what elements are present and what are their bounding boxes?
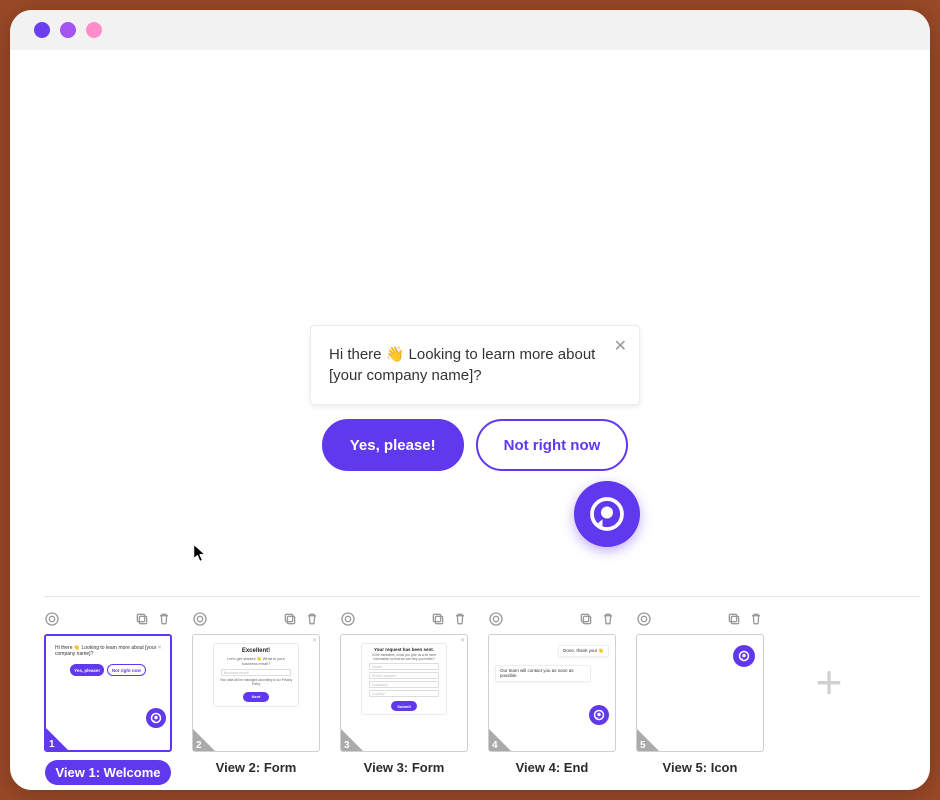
fab-wrap [310, 481, 640, 547]
thumb-close-icon: ✕ [157, 644, 162, 651]
thumb1-fab-icon [146, 708, 166, 728]
editor-canvas: ✕ Hi there 👋 Looking to learn more about… [20, 50, 920, 790]
add-view-column: + [784, 607, 874, 757]
target-icon[interactable] [636, 611, 652, 627]
thumb1-yes: Yes, please! [70, 664, 104, 676]
thumb4-reply: Our team will contact you as soon as pos… [495, 665, 591, 682]
thumb4-fab-icon [589, 705, 609, 725]
thumb-close-icon: ✕ [460, 637, 465, 644]
duplicate-icon[interactable] [282, 611, 298, 627]
views-strip: ✕ Hi there 👋 Looking to learn more about… [44, 596, 920, 785]
thumb3-field-3: Country* [369, 690, 439, 697]
chat-button-row: Yes, please! Not right now [310, 419, 640, 471]
chat-bubble-icon [589, 496, 625, 532]
thumb3-number: 3 [344, 740, 350, 751]
duplicate-icon[interactable] [430, 611, 446, 627]
not-right-now-button[interactable]: Not right now [476, 419, 629, 471]
close-icon[interactable]: ✕ [614, 336, 627, 358]
trash-icon[interactable] [452, 611, 468, 627]
thumb1-label: View 1: Welcome [45, 760, 170, 785]
thumb-close-icon: ✕ [312, 637, 317, 644]
thumb2-subtitle: Let's get started 👋 What is your busines… [219, 657, 293, 666]
mouse-cursor-icon [193, 544, 207, 567]
thumb3-submit-button: Submit [391, 701, 417, 711]
target-icon[interactable] [44, 611, 60, 627]
chat-message-text: Hi there 👋 Looking to learn more about [… [329, 344, 621, 386]
thumb3-field-0: Name* [369, 663, 439, 670]
thumb2-next-button: Next [243, 692, 269, 702]
window-titlebar [10, 10, 930, 50]
target-icon[interactable] [192, 611, 208, 627]
thumb3-field-2: Company* [369, 681, 439, 688]
target-icon[interactable] [340, 611, 356, 627]
thumb1-number: 1 [49, 739, 55, 750]
yes-please-button[interactable]: Yes, please! [322, 419, 464, 471]
thumbnail-view-5[interactable]: 5 View 5: Icon [636, 607, 764, 775]
chat-launcher-button[interactable] [574, 481, 640, 547]
thumbnail-view-1[interactable]: ✕ Hi there 👋 Looking to learn more about… [44, 607, 172, 785]
thumbnail-view-3[interactable]: ✕ Your request has been sent. In the mea… [340, 607, 468, 775]
thumb4-done: Done, thank you! 👋 [558, 645, 609, 657]
thumb3-field-1: Phone number* [369, 672, 439, 679]
thumb2-title: Excellent! [242, 648, 270, 654]
add-view-button[interactable]: + [816, 655, 843, 709]
duplicate-icon[interactable] [134, 611, 150, 627]
duplicate-icon[interactable] [578, 611, 594, 627]
window-control-purple[interactable] [34, 22, 50, 38]
thumb2-input: Business email* [221, 669, 291, 676]
thumb2-note: Your data will be managed according to o… [219, 679, 293, 686]
window-control-pink[interactable] [86, 22, 102, 38]
thumb3-label: View 3: Form [340, 760, 468, 775]
chat-message-bubble: ✕ Hi there 👋 Looking to learn more about… [310, 325, 640, 405]
thumb4-label: View 4: End [488, 760, 616, 775]
thumb1-message: Hi there 👋 Looking to learn more about [… [52, 642, 164, 660]
chat-widget-preview: ✕ Hi there 👋 Looking to learn more about… [310, 325, 640, 547]
thumb2-label: View 2: Form [192, 760, 320, 775]
thumb1-no: Not right now [107, 664, 146, 676]
thumbnail-view-2[interactable]: ✕ Excellent! Let's get started 👋 What is… [192, 607, 320, 775]
thumb5-label: View 5: Icon [636, 760, 764, 775]
thumb5-fab-icon [733, 645, 755, 667]
trash-icon[interactable] [304, 611, 320, 627]
thumb5-number: 5 [640, 740, 646, 751]
target-icon[interactable] [488, 611, 504, 627]
trash-icon[interactable] [156, 611, 172, 627]
thumb3-title: Your request has been sent. [374, 647, 434, 652]
duplicate-icon[interactable] [726, 611, 742, 627]
app-window: ✕ Hi there 👋 Looking to learn more about… [10, 10, 930, 790]
trash-icon[interactable] [600, 611, 616, 627]
thumb3-subtitle: In the meantime, could you give us a bit… [367, 654, 441, 661]
trash-icon[interactable] [748, 611, 764, 627]
thumb2-number: 2 [196, 740, 202, 751]
thumbnail-view-4[interactable]: Done, thank you! 👋 Our team will contact… [488, 607, 616, 775]
window-control-violet[interactable] [60, 22, 76, 38]
thumb4-number: 4 [492, 740, 498, 751]
